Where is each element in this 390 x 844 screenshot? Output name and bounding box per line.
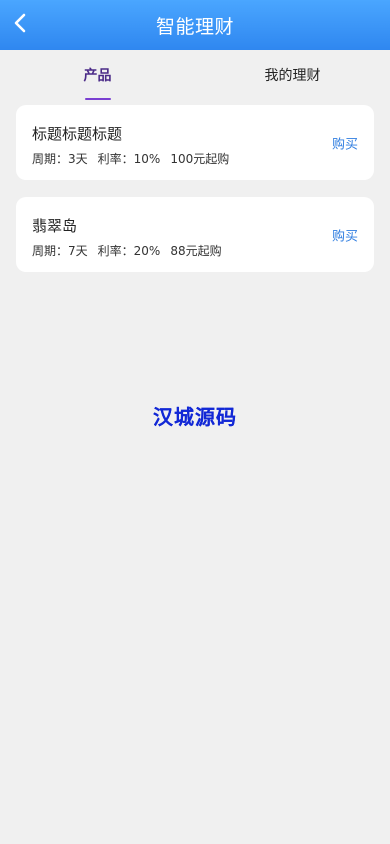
product-period: 周期：7天 — [32, 244, 88, 258]
product-rate: 利率：20% — [97, 244, 161, 258]
product-period: 周期：3天 — [32, 152, 88, 166]
tab-label: 产品 — [83, 68, 112, 84]
product-meta: 周期：3天 利率：10% 100元起购 — [32, 150, 358, 167]
tab-label: 我的理财 — [264, 68, 321, 84]
tab-bar: 产品 我的理财 — [0, 50, 390, 100]
active-tab-indicator — [84, 98, 111, 100]
product-title: 翡翠岛 — [32, 217, 78, 235]
product-meta: 周期：7天 利率：20% 88元起购 — [32, 242, 358, 259]
product-card[interactable]: 标题标题标题 周期：3天 利率：10% 100元起购 购买 — [16, 105, 374, 180]
page-title: 智能理财 — [155, 15, 234, 38]
product-rate: 利率：10% — [97, 152, 161, 166]
product-card[interactable]: 翡翠岛 周期：7天 利率：20% 88元起购 购买 — [16, 197, 374, 272]
product-title: 标题标题标题 — [32, 125, 123, 143]
back-button[interactable] — [0, 0, 40, 50]
tab-products[interactable]: 产品 — [0, 50, 195, 100]
product-list: 标题标题标题 周期：3天 利率：10% 100元起购 购买 翡翠岛 周期：7天 … — [16, 105, 374, 289]
chevron-left-icon — [13, 13, 27, 37]
buy-button[interactable]: 购买 — [332, 225, 358, 244]
product-min-amount: 88元起购 — [170, 244, 222, 258]
app-header: 智能理财 — [0, 0, 390, 50]
watermark-text: 汉城源码 — [153, 405, 237, 429]
tab-my-finance[interactable]: 我的理财 — [195, 50, 390, 100]
product-min-amount: 100元起购 — [170, 152, 230, 166]
buy-button[interactable]: 购买 — [332, 133, 358, 152]
